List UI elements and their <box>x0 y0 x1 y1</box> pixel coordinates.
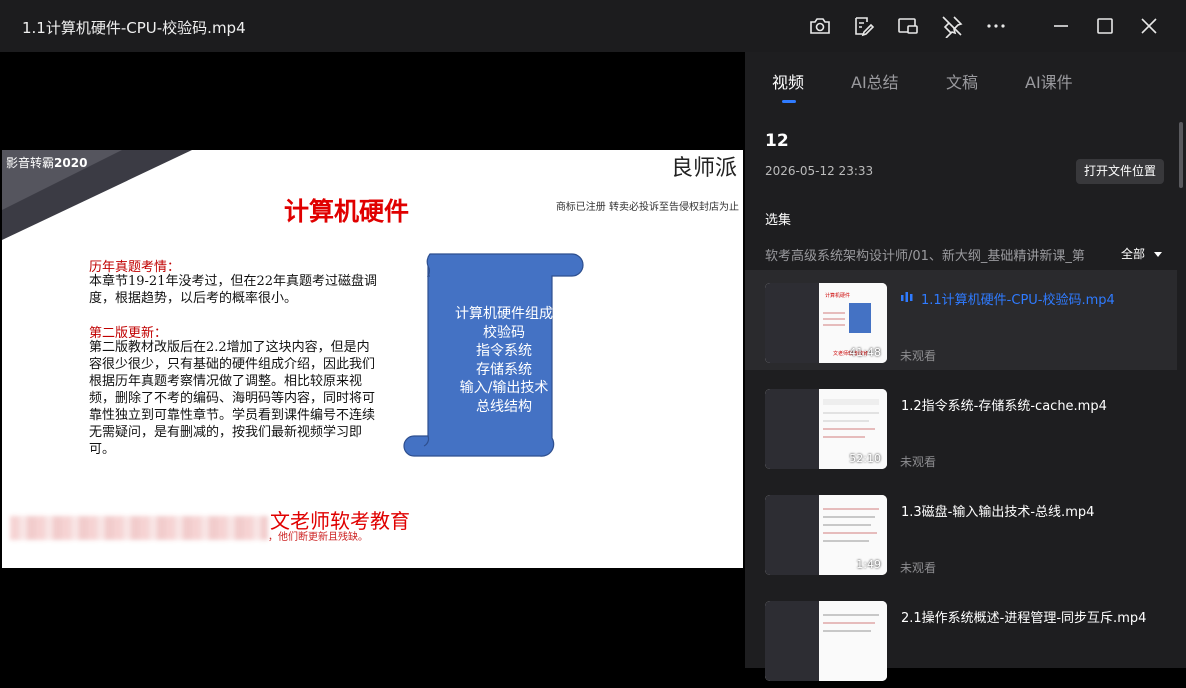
scroll-topic-list: 计算机硬件组成 校验码 指令系统 存储系统 输入/输出技术 总线结构 <box>428 305 580 416</box>
tab-video[interactable]: 视频 <box>772 69 804 93</box>
minimize-icon[interactable] <box>1049 14 1073 38</box>
topic-item: 存储系统 <box>476 361 532 378</box>
topic-item: 总线结构 <box>476 398 532 415</box>
topic-item: 计算机硬件组成 <box>455 306 553 322</box>
video-frame-slide: 影音转霸2020 良师派 商标已注册 转卖必投诉至告侵权封店为止 计算机硬件 历… <box>2 150 743 568</box>
window-title: 1.1计算机硬件-CPU-校验码.mp4 <box>22 19 246 37</box>
section2-body: 第二版教材改版后在2.2增加了这块内容，但是内容很少很少，只有基础的硬件组成介绍… <box>89 340 376 457</box>
panel-scrollbar[interactable] <box>1179 122 1183 188</box>
side-panel: 视频 AI总结 文稿 AI课件 12 2026-05-12 23:33 打开文件… <box>745 52 1186 681</box>
video-title: 1.3磁盘-输入输出技术-总线.mp4 <box>901 505 1095 520</box>
chevron-down-icon <box>1153 251 1162 257</box>
watch-status: 未观看 <box>900 561 937 575</box>
video-duration: 41:48 <box>849 346 881 359</box>
filter-dropdown[interactable]: 全部 <box>1121 245 1162 262</box>
video-title: 2.1操作系统概述-进程管理-同步互斥.mp4 <box>901 611 1147 626</box>
watch-status: 未观看 <box>900 349 937 363</box>
slide-brand: 良师派 <box>670 156 737 181</box>
watermark: 影音转霸2020 <box>6 156 88 170</box>
screenshot-camera-icon[interactable] <box>808 14 832 38</box>
slide-footer-note: ，他们断更新且残缺。 <box>268 532 368 543</box>
tab-transcript[interactable]: 文稿 <box>946 69 978 93</box>
filter-label: 全部 <box>1121 247 1146 261</box>
playlist-item[interactable]: 1:49 1.3磁盘-输入输出技术-总线.mp4 未观看 <box>745 482 1177 582</box>
slide-title: 计算机硬件 <box>284 197 410 226</box>
video-thumbnail <box>765 601 887 681</box>
active-tab-indicator <box>782 100 796 103</box>
playlist-item[interactable]: 2.1操作系统概述-进程管理-同步互斥.mp4 <box>745 588 1177 688</box>
title-bar: 1.1计算机硬件-CPU-校验码.mp4 <box>0 0 1186 52</box>
video-count: 12 <box>765 131 789 151</box>
video-player[interactable]: 影音转霸2020 良师派 商标已注册 转卖必投诉至告侵权封店为止 计算机硬件 历… <box>0 52 745 668</box>
tab-ai-courseware[interactable]: AI课件 <box>1025 69 1073 93</box>
video-duration: 1:49 <box>856 558 881 571</box>
folder-path: 软考高级系统架构设计师/01、新大纲_基础精讲新课_第 <box>765 249 1085 264</box>
blurred-text <box>10 516 268 540</box>
video-duration: 52:10 <box>849 452 881 465</box>
more-options-icon[interactable] <box>984 14 1008 38</box>
picture-in-picture-icon[interactable] <box>896 14 920 38</box>
topic-item: 校验码 <box>483 324 525 341</box>
section1-body: 本章节19-21年没考过，但在22年真题考过磁盘调度，根据趋势，以后考的概率很小… <box>89 274 378 306</box>
topic-item: 指令系统 <box>476 343 532 359</box>
video-thumbnail: 1:49 <box>765 495 887 575</box>
tab-ai-summary[interactable]: AI总结 <box>851 69 899 93</box>
now-playing-icon <box>901 292 913 302</box>
video-thumbnail: 计算机硬件 文老师软考教育 41:48 <box>765 283 887 363</box>
video-thumbnail: 52:10 <box>765 389 887 469</box>
slide-trademark-note: 商标已注册 转卖必投诉至告侵权封店为止 <box>555 202 739 213</box>
open-folder-button[interactable]: 打开文件位置 <box>1076 159 1164 184</box>
pin-off-icon[interactable] <box>940 14 964 38</box>
playlist-item[interactable]: 52:10 1.2指令系统-存储系统-cache.mp4 未观看 <box>745 376 1177 476</box>
edit-note-icon[interactable] <box>852 14 876 38</box>
video-title: 1.2指令系统-存储系统-cache.mp4 <box>901 399 1107 414</box>
video-title: 1.1计算机硬件-CPU-校验码.mp4 <box>921 293 1115 308</box>
close-icon[interactable] <box>1137 14 1161 38</box>
playlist-item[interactable]: 计算机硬件 文老师软考教育 41:48 1.1计算机硬件-CPU-校验码.mp4… <box>745 270 1177 370</box>
date-label: 2026-05-12 23:33 <box>765 164 874 178</box>
svg-text:计算机硬件: 计算机硬件 <box>825 292 850 299</box>
watch-status: 未观看 <box>900 455 937 469</box>
topic-item: 输入/输出技术 <box>459 380 549 396</box>
selection-label: 选集 <box>765 213 792 228</box>
maximize-icon[interactable] <box>1093 14 1117 38</box>
